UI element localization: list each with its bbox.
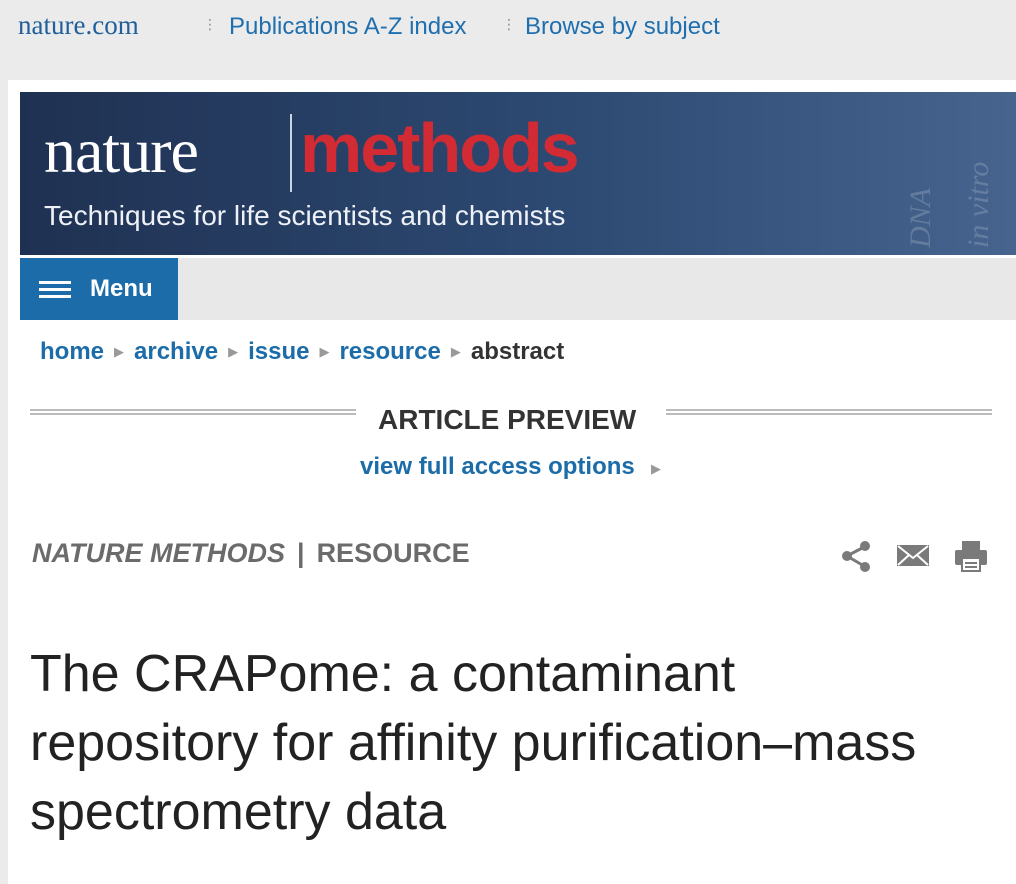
journal-tagline: Techniques for life scientists and chemi…: [44, 200, 566, 231]
breadcrumb-issue[interactable]: issue: [248, 338, 309, 366]
site-top-nav: nature.com ⋮ Publications A-Z index ⋮ Br…: [0, 0, 1016, 56]
menu-button[interactable]: Menu: [20, 258, 178, 320]
chevron-right-icon: ▶: [228, 344, 239, 359]
divider-right: [666, 409, 992, 415]
nav-separator: ⋮: [502, 16, 516, 32]
banner-watermark: DNA in vitro: [904, 161, 995, 248]
hamburger-icon: [39, 281, 71, 299]
breadcrumb: home ▶ archive ▶ issue ▶ resource ▶ abst…: [40, 336, 564, 368]
chevron-right-icon: ▶: [319, 344, 330, 359]
article-type: RESOURCE: [316, 538, 470, 568]
article-type-line: NATURE METHODS | RESOURCE: [32, 538, 470, 569]
share-icon[interactable]: [838, 538, 874, 574]
chevron-right-icon: ▶: [450, 344, 461, 359]
logo-divider: [290, 114, 292, 192]
logo-methods-text: methods: [300, 109, 580, 187]
breadcrumb-current: abstract: [470, 338, 565, 365]
breadcrumb-home[interactable]: home: [40, 338, 104, 366]
breadcrumb-resource[interactable]: resource: [339, 338, 440, 366]
nav-separator: ⋮: [203, 16, 217, 32]
type-separator: |: [297, 538, 305, 568]
browse-by-subject-link[interactable]: Browse by subject: [525, 13, 720, 41]
journal-banner[interactable]: nature methods Techniques for life scien…: [20, 92, 1016, 255]
menu-label: Menu: [90, 275, 153, 302]
logo-nature-text: nature: [44, 115, 199, 186]
divider-left: [30, 409, 356, 415]
view-access-options-link[interactable]: view full access options: [360, 453, 635, 481]
chevron-right-icon: ▶: [114, 344, 125, 359]
email-icon[interactable]: [895, 538, 931, 574]
article-title-line: spectrometry data: [30, 783, 447, 841]
article-title: The CRAPome: a contaminant repository fo…: [30, 640, 990, 847]
article-title-line: repository for affinity purification–mas…: [30, 714, 917, 772]
nature-com-link[interactable]: nature.com: [18, 10, 139, 41]
article-title-line: The CRAPome: a contaminant: [30, 645, 736, 703]
journal-name: NATURE METHODS: [32, 538, 285, 568]
print-icon[interactable]: [953, 538, 989, 574]
chevron-right-icon: ▶: [651, 461, 661, 476]
breadcrumb-archive[interactable]: archive: [134, 338, 218, 366]
article-preview-heading: ARTICLE PREVIEW: [378, 404, 637, 435]
publications-az-link[interactable]: Publications A-Z index: [229, 13, 466, 41]
